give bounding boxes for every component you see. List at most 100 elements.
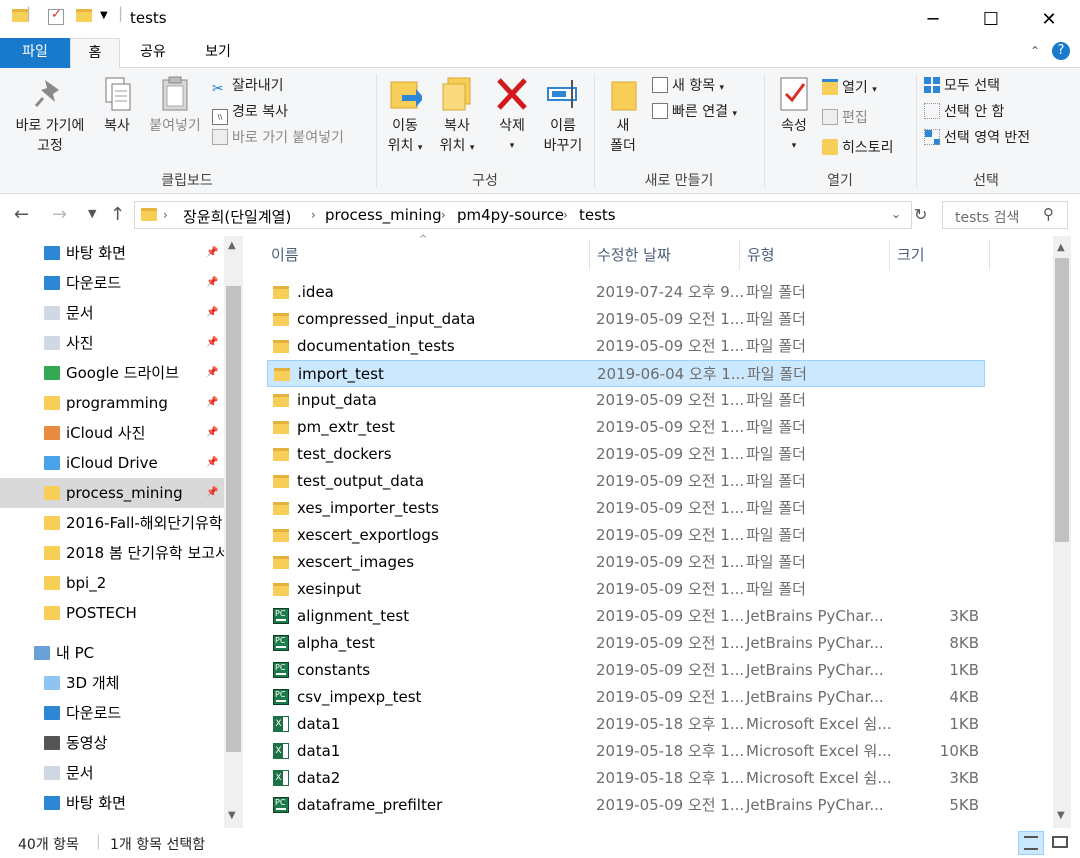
details-view-button[interactable] bbox=[1018, 831, 1044, 855]
pin-icon[interactable]: 📌 bbox=[206, 238, 218, 268]
cut-button[interactable]: ✂ 잘라내기 bbox=[212, 76, 284, 97]
history-button[interactable]: 히스토리 bbox=[822, 138, 894, 158]
up-arrow-icon[interactable]: ↑ bbox=[110, 204, 125, 225]
pin-icon[interactable]: 📌 bbox=[206, 418, 218, 448]
nav-pane-scrollbar[interactable]: ▲ ▼ bbox=[224, 236, 243, 828]
qa-dropdown-icon[interactable]: ▼ bbox=[100, 10, 108, 21]
pin-icon[interactable]: 📌 bbox=[206, 268, 218, 298]
chevron-right-icon[interactable]: › bbox=[563, 208, 568, 222]
file-row[interactable]: .idea 2019-07-24 오후 9... 파일 폴더 bbox=[267, 279, 985, 306]
help-icon[interactable]: ? bbox=[1052, 42, 1070, 60]
close-button[interactable]: ✕ bbox=[1020, 0, 1078, 38]
pin-to-quick-access-button[interactable]: 바로 가기에 고정 bbox=[6, 68, 94, 156]
edit-button[interactable]: 편집 bbox=[822, 108, 868, 128]
scroll-down-icon[interactable]: ▼ bbox=[228, 810, 236, 821]
column-divider[interactable] bbox=[739, 240, 740, 270]
nav-item[interactable]: 3D 개체 bbox=[0, 668, 224, 698]
file-row[interactable]: documentation_tests 2019-05-09 오전 1... 파일 … bbox=[267, 333, 985, 360]
file-row[interactable]: pm_extr_test 2019-05-09 오전 1... 파일 폴더 bbox=[267, 414, 985, 441]
pin-icon[interactable]: 📌 bbox=[206, 388, 218, 418]
file-row[interactable]: dataframe_prefilter 2019-05-09 오전 1...Jet… bbox=[267, 792, 985, 819]
open-button[interactable]: 열기 ▾ bbox=[822, 78, 877, 100]
select-none-button[interactable]: 선택 안 함 bbox=[924, 102, 1004, 122]
refresh-icon[interactable]: ↻ bbox=[914, 205, 927, 224]
nav-item[interactable]: 사진 📌 bbox=[0, 328, 224, 358]
new-item-button[interactable]: 새 항목 ▾ bbox=[652, 76, 724, 98]
scrollbar-thumb[interactable] bbox=[226, 286, 241, 752]
file-row[interactable]: data1 2019-05-18 오후 1...Microsoft Excel 워… bbox=[267, 738, 985, 765]
file-row[interactable]: constants 2019-05-09 오전 1...JetBrains PyC… bbox=[267, 657, 985, 684]
address-dropdown-icon[interactable]: ⌄ bbox=[891, 207, 901, 221]
properties-button[interactable]: 속성 ▾ bbox=[772, 68, 816, 156]
nav-item[interactable]: programming 📌 bbox=[0, 388, 224, 418]
delete-button[interactable]: 삭제 ▾ bbox=[490, 68, 534, 156]
file-row[interactable]: xescert_images 2019-05-09 오전 1... 파일 폴더 bbox=[267, 549, 985, 576]
scrollbar-thumb[interactable] bbox=[1055, 258, 1069, 542]
file-row[interactable]: data1 2019-05-18 오후 1...Microsoft Excel 쉼… bbox=[267, 711, 985, 738]
nav-item[interactable]: iCloud Drive 📌 bbox=[0, 448, 224, 478]
recent-locations-icon[interactable]: ▼ bbox=[88, 207, 96, 220]
paste-button[interactable]: 붙여넣기 bbox=[142, 68, 208, 136]
large-icons-view-button[interactable] bbox=[1048, 831, 1074, 855]
column-header-size[interactable]: 크기 bbox=[897, 244, 925, 265]
file-row[interactable]: xesinput 2019-05-09 오전 1... 파일 폴더 bbox=[267, 576, 985, 603]
nav-item[interactable]: 바탕 화면 📌 bbox=[0, 238, 224, 268]
easy-access-button[interactable]: 빠른 연결 ▾ bbox=[652, 102, 737, 124]
tab-home[interactable]: 홈 bbox=[70, 38, 120, 69]
column-header-name[interactable]: 이름 bbox=[271, 244, 299, 265]
nav-item[interactable]: 내 PC bbox=[0, 638, 224, 668]
file-row[interactable]: input_data 2019-05-09 오전 1... 파일 폴더 bbox=[267, 387, 985, 414]
nav-item[interactable]: bpi_2 bbox=[0, 568, 224, 598]
paste-shortcut-button[interactable]: 바로 가기 붙여넣기 bbox=[212, 128, 344, 148]
file-row[interactable]: data2 2019-05-18 오후 1...Microsoft Excel 쉼… bbox=[267, 765, 985, 792]
tab-view[interactable]: 보기 bbox=[190, 38, 246, 68]
move-to-button[interactable]: 이동 위치 ▾ bbox=[380, 68, 430, 158]
column-header-type[interactable]: 유형 bbox=[747, 244, 775, 265]
nav-item[interactable]: 다운로드 bbox=[0, 698, 224, 728]
scroll-up-icon[interactable]: ▲ bbox=[1057, 242, 1065, 253]
breadcrumb-item[interactable]: 장윤희(단일계열) bbox=[183, 206, 291, 227]
invert-selection-button[interactable]: 선택 영역 반전 bbox=[924, 128, 1030, 148]
properties-qa-icon[interactable]: ✓ bbox=[48, 7, 64, 25]
nav-item[interactable]: 문서 📌 bbox=[0, 298, 224, 328]
copy-button[interactable]: 복사 bbox=[96, 68, 138, 136]
scroll-up-icon[interactable]: ▲ bbox=[228, 240, 236, 251]
column-divider[interactable] bbox=[989, 240, 990, 270]
file-row[interactable]: alpha_test 2019-05-09 오전 1...JetBrains Py… bbox=[267, 630, 985, 657]
file-row[interactable]: alignment_test 2019-05-09 오전 1...JetBrain… bbox=[267, 603, 985, 630]
chevron-right-icon[interactable]: › bbox=[311, 208, 316, 222]
file-row[interactable]: xescert_exportlogs 2019-05-09 오전 1... 파일 폴… bbox=[267, 522, 985, 549]
select-all-button[interactable]: 모두 선택 bbox=[924, 76, 1000, 96]
file-row[interactable]: test_dockers 2019-05-09 오전 1... 파일 폴더 bbox=[267, 441, 985, 468]
address-bar[interactable]: › 장윤희(단일계열) › process_mining › pm4py-sou… bbox=[134, 201, 912, 229]
file-list-scrollbar[interactable]: ▲ ▼ bbox=[1053, 236, 1071, 828]
pin-icon[interactable]: 📌 bbox=[206, 448, 218, 478]
nav-item[interactable]: POSTECH bbox=[0, 598, 224, 628]
nav-item[interactable]: 다운로드 📌 bbox=[0, 268, 224, 298]
chevron-right-icon[interactable]: › bbox=[441, 208, 446, 222]
new-folder-qa-icon[interactable] bbox=[76, 8, 92, 26]
rename-button[interactable]: 이름 바꾸기 bbox=[540, 68, 586, 156]
pin-icon[interactable]: 📌 bbox=[206, 298, 218, 328]
file-row[interactable]: test_output_data 2019-05-09 오전 1... 파일 폴더 bbox=[267, 468, 985, 495]
new-folder-button[interactable]: 새 폴더 bbox=[600, 68, 646, 156]
breadcrumb-item[interactable]: tests bbox=[579, 206, 616, 224]
copy-path-button[interactable]: \\ 경로 복사 bbox=[212, 102, 288, 125]
column-divider[interactable] bbox=[589, 240, 590, 270]
nav-item[interactable]: process_mining 📌 bbox=[0, 478, 224, 508]
pin-icon[interactable]: 📌 bbox=[206, 358, 218, 388]
nav-item[interactable]: iCloud 사진 📌 bbox=[0, 418, 224, 448]
nav-item[interactable]: 2016-Fall-해외단기유학 bbox=[0, 508, 224, 538]
file-row[interactable]: xes_importer_tests 2019-05-09 오전 1... 파일 폴… bbox=[267, 495, 985, 522]
column-divider[interactable] bbox=[889, 240, 890, 270]
chevron-right-icon[interactable]: › bbox=[163, 208, 168, 222]
breadcrumb-item[interactable]: pm4py-source bbox=[457, 206, 564, 224]
file-row[interactable]: csv_impexp_test 2019-05-09 오전 1...JetBrai… bbox=[267, 684, 985, 711]
forward-arrow-icon[interactable]: → bbox=[52, 204, 67, 225]
minimize-button[interactable]: ─ bbox=[904, 0, 962, 38]
breadcrumb-item[interactable]: process_mining bbox=[325, 206, 442, 224]
nav-item[interactable]: 문서 bbox=[0, 758, 224, 788]
pin-icon[interactable]: 📌 bbox=[206, 328, 218, 358]
nav-item[interactable]: 2018 봄 단기유학 보고서 bbox=[0, 538, 224, 568]
column-header-date[interactable]: 수정한 날짜 bbox=[597, 244, 671, 265]
